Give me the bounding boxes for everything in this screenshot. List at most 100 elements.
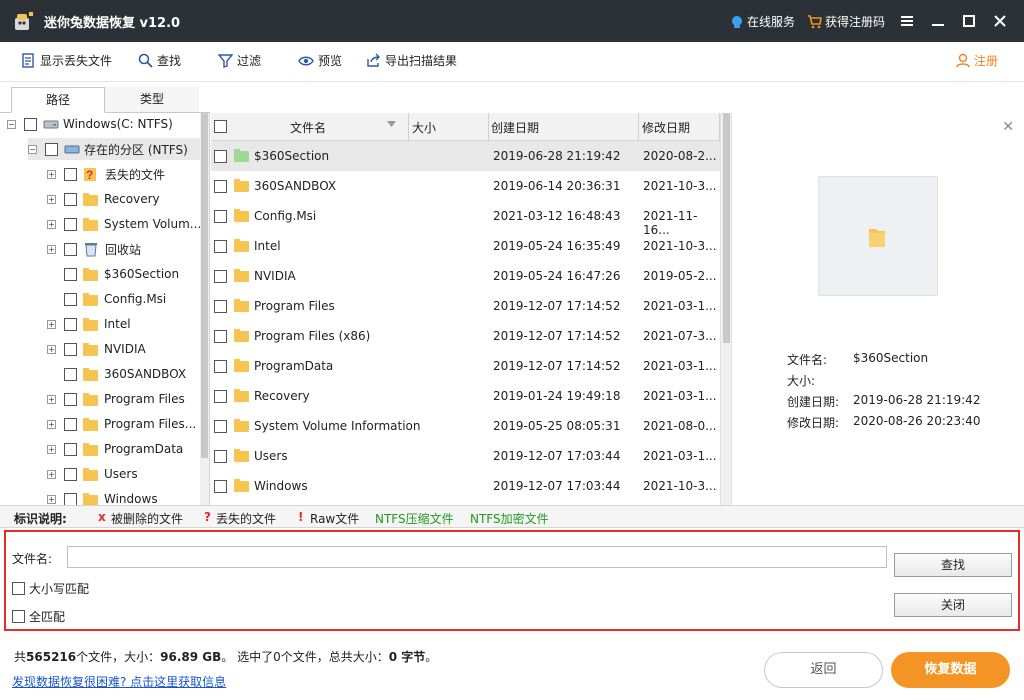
collapse-icon[interactable]: − <box>7 119 16 129</box>
list-scroll-thumb[interactable] <box>723 113 730 343</box>
row-checkbox[interactable] <box>214 270 227 283</box>
expand-icon[interactable]: + <box>47 244 56 254</box>
tree-checkbox[interactable] <box>64 292 77 306</box>
case-match-option[interactable]: 大小写匹配 <box>12 580 89 597</box>
table-row[interactable]: Recovery 2019-01-24 19:49:18 2021-03-1... <box>211 381 720 411</box>
table-row[interactable]: Program Files 2019-12-07 17:14:52 2021-03-… <box>211 291 720 321</box>
online-service-link[interactable]: 在线服务 <box>730 13 795 30</box>
tree-checkbox[interactable] <box>64 392 77 406</box>
tree-item[interactable]: + 回收站 <box>47 238 141 260</box>
row-checkbox[interactable] <box>214 330 227 343</box>
tree-checkbox[interactable] <box>64 417 77 431</box>
expand-icon[interactable]: + <box>47 169 56 179</box>
search-find-button[interactable]: 查找 <box>894 553 1012 577</box>
expand-icon[interactable]: + <box>47 469 56 479</box>
col-separator[interactable] <box>638 113 639 141</box>
col-separator[interactable] <box>488 113 489 141</box>
table-row[interactable]: Intel 2019-05-24 16:35:49 2021-10-3... <box>211 231 720 261</box>
recover-button[interactable]: 恢复数据 <box>891 652 1010 688</box>
tree-checkbox[interactable] <box>64 217 77 231</box>
col-name[interactable]: 文件名 <box>290 119 326 136</box>
table-row[interactable]: Windows 2019-12-07 17:03:44 2021-10-3... <box>211 471 720 501</box>
col-size[interactable]: 大小 <box>412 119 436 136</box>
tree-checkbox[interactable] <box>24 117 37 131</box>
expand-icon[interactable]: + <box>47 394 56 404</box>
tree-item[interactable]: 360SANDBOX <box>47 363 186 385</box>
tree-item[interactable]: $360Section <box>47 263 179 285</box>
table-row[interactable]: ProgramData 2019-12-07 17:14:52 2021-03-1.… <box>211 351 720 381</box>
tree-item[interactable]: + System Volum... <box>47 213 201 235</box>
close-icon[interactable] <box>989 10 1011 32</box>
tree-checkbox[interactable] <box>64 167 77 181</box>
row-checkbox[interactable] <box>214 180 227 193</box>
preview-button[interactable]: 预览 <box>298 52 342 69</box>
tree-checkbox[interactable] <box>64 367 77 381</box>
filter-button[interactable]: 过滤 <box>218 52 261 69</box>
whole-match-checkbox[interactable] <box>12 610 25 623</box>
maximize-icon[interactable] <box>958 10 980 32</box>
row-checkbox[interactable] <box>214 210 227 223</box>
row-checkbox[interactable] <box>214 360 227 373</box>
table-row[interactable]: Users 2019-12-07 17:03:44 2021-03-1... <box>211 441 720 471</box>
list-scrollbar[interactable] <box>720 113 731 505</box>
tree-checkbox[interactable] <box>45 142 58 156</box>
register-button[interactable]: 注册 <box>956 52 998 69</box>
tree-item[interactable]: + Recovery <box>47 188 160 210</box>
get-code-link[interactable]: 获得注册码 <box>807 13 885 30</box>
expand-icon[interactable]: + <box>47 194 56 204</box>
tree-checkbox[interactable] <box>64 242 77 256</box>
col-created[interactable]: 创建日期 <box>491 119 539 136</box>
case-match-checkbox[interactable] <box>12 582 25 595</box>
menu-icon[interactable] <box>896 10 918 32</box>
tree-checkbox[interactable] <box>64 467 77 481</box>
expand-icon[interactable]: + <box>47 219 56 229</box>
tree-item[interactable]: + ProgramData <box>47 438 183 460</box>
expand-icon[interactable]: + <box>47 444 56 454</box>
tree-item[interactable]: + NVIDIA <box>47 338 146 360</box>
row-checkbox[interactable] <box>214 420 227 433</box>
tree-item[interactable]: + Intel <box>47 313 131 335</box>
expand-icon[interactable]: + <box>47 344 56 354</box>
table-row[interactable]: $360Section 2019-06-28 21:19:42 2020-08-2.… <box>211 141 720 171</box>
export-button[interactable]: 导出扫描结果 <box>366 52 457 69</box>
tree-checkbox[interactable] <box>64 442 77 456</box>
expand-icon[interactable]: + <box>47 494 56 504</box>
row-checkbox[interactable] <box>214 150 227 163</box>
tree-item[interactable]: Config.Msi <box>47 288 166 310</box>
search-filename-input[interactable] <box>67 546 887 568</box>
tree-checkbox[interactable] <box>64 342 77 356</box>
minimize-icon[interactable] <box>927 10 949 32</box>
tree-item[interactable]: + Program Files <box>47 388 185 410</box>
table-row[interactable]: Program Files (x86) 2019-12-07 17:14:52 20… <box>211 321 720 351</box>
table-row[interactable]: Config.Msi 2021-03-12 16:48:43 2021-11-16.… <box>211 201 720 237</box>
collapse-icon[interactable]: − <box>28 144 37 154</box>
tree-scroll-thumb[interactable] <box>201 113 208 458</box>
show-lost-files-button[interactable]: 显示丢失文件 <box>21 52 112 69</box>
row-checkbox[interactable] <box>214 390 227 403</box>
back-button[interactable]: 返回 <box>764 652 883 688</box>
tree-item[interactable]: +? 丢失的文件 <box>47 163 165 185</box>
search-close-button[interactable]: 关闭 <box>894 593 1012 617</box>
sort-desc-icon[interactable] <box>387 121 396 127</box>
col-separator[interactable] <box>408 113 409 141</box>
tree-item[interactable]: + Users <box>47 463 138 485</box>
tree-checkbox[interactable] <box>64 192 77 206</box>
tree-checkbox[interactable] <box>64 317 77 331</box>
row-checkbox[interactable] <box>214 450 227 463</box>
tree-item[interactable]: + Windows <box>47 488 158 505</box>
preview-close-icon[interactable]: ✕ <box>1002 119 1014 135</box>
tree-scrollbar[interactable] <box>200 113 209 505</box>
tab-path[interactable]: 路径 <box>11 87 105 113</box>
find-button[interactable]: 查找 <box>138 52 181 69</box>
row-checkbox[interactable] <box>214 240 227 253</box>
tab-type[interactable]: 类型 <box>105 87 199 113</box>
select-all-checkbox[interactable] <box>214 120 227 133</box>
expand-icon[interactable]: + <box>47 319 56 329</box>
tree-partition[interactable]: − 存在的分区 (NTFS) <box>28 138 200 160</box>
table-row[interactable]: 360SANDBOX 2019-06-14 20:36:31 2021-10-3..… <box>211 171 720 201</box>
tree-checkbox[interactable] <box>64 492 77 505</box>
row-checkbox[interactable] <box>214 300 227 313</box>
whole-match-option[interactable]: 全匹配 <box>12 608 65 625</box>
table-row[interactable]: System Volume Information 2019-05-25 08:0… <box>211 411 720 441</box>
row-checkbox[interactable] <box>214 480 227 493</box>
